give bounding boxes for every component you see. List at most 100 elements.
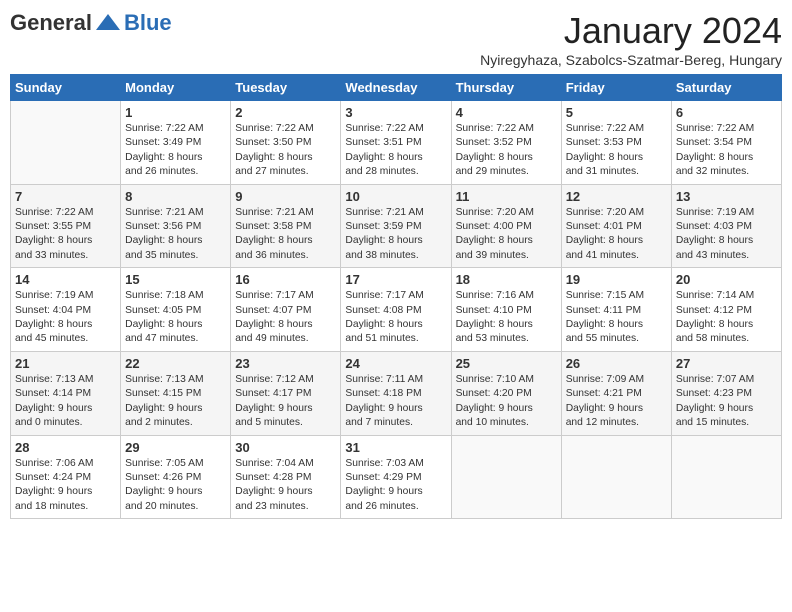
day-number: 12 <box>566 189 667 204</box>
day-number: 11 <box>456 189 557 204</box>
cell-details: Sunrise: 7:13 AMSunset: 4:14 PMDaylight:… <box>15 373 116 431</box>
day-number: 2 <box>235 105 336 120</box>
cell-details: Sunrise: 7:20 AMSunset: 4:00 PMDaylight:… <box>456 206 557 264</box>
cell-details: Sunrise: 7:22 AMSunset: 3:54 PMDaylight:… <box>676 122 777 180</box>
day-number: 26 <box>566 356 667 371</box>
calendar-cell: 29 Sunrise: 7:05 AMSunset: 4:26 PMDayligh… <box>121 435 231 519</box>
day-header-wednesday: Wednesday <box>341 75 451 101</box>
cell-details: Sunrise: 7:06 AMSunset: 4:24 PMDaylight:… <box>15 457 116 515</box>
cell-details: Sunrise: 7:22 AMSunset: 3:53 PMDaylight:… <box>566 122 667 180</box>
day-number: 3 <box>345 105 446 120</box>
cell-details: Sunrise: 7:04 AMSunset: 4:28 PMDaylight:… <box>235 457 336 515</box>
calendar-cell: 10 Sunrise: 7:21 AMSunset: 3:59 PMDayligh… <box>341 184 451 268</box>
cell-details: Sunrise: 7:12 AMSunset: 4:17 PMDaylight:… <box>235 373 336 431</box>
calendar-cell: 28Sunrise: 7:06 AMSunset: 4:24 PMDayligh… <box>11 435 121 519</box>
calendar-cell <box>451 435 561 519</box>
calendar-cell: 18 Sunrise: 7:16 AMSunset: 4:10 PMDayligh… <box>451 268 561 352</box>
page-header: General Blue January 2024 Nyiregyhaza, S… <box>10 10 782 68</box>
day-number: 19 <box>566 272 667 287</box>
cell-details: Sunrise: 7:22 AMSunset: 3:55 PMDaylight:… <box>15 206 116 264</box>
day-number: 17 <box>345 272 446 287</box>
day-number: 6 <box>676 105 777 120</box>
cell-details: Sunrise: 7:21 AMSunset: 3:59 PMDaylight:… <box>345 206 446 264</box>
day-number: 29 <box>125 440 226 455</box>
cell-details: Sunrise: 7:22 AMSunset: 3:51 PMDaylight:… <box>345 122 446 180</box>
day-number: 21 <box>15 356 116 371</box>
location-text: Nyiregyhaza, Szabolcs-Szatmar-Bereg, Hun… <box>480 52 782 68</box>
cell-details: Sunrise: 7:18 AMSunset: 4:05 PMDaylight:… <box>125 289 226 347</box>
calendar-cell: 11 Sunrise: 7:20 AMSunset: 4:00 PMDayligh… <box>451 184 561 268</box>
calendar-cell: 17 Sunrise: 7:17 AMSunset: 4:08 PMDayligh… <box>341 268 451 352</box>
calendar-cell: 2Sunrise: 7:22 AMSunset: 3:50 PMDaylight… <box>231 101 341 185</box>
day-number: 13 <box>676 189 777 204</box>
title-block: January 2024 Nyiregyhaza, Szabolcs-Szatm… <box>480 10 782 68</box>
calendar-cell: 1 Sunrise: 7:22 AMSunset: 3:49 PMDaylight… <box>121 101 231 185</box>
cell-details: Sunrise: 7:22 AMSunset: 3:52 PMDaylight:… <box>456 122 557 180</box>
calendar-cell: 19Sunrise: 7:15 AMSunset: 4:11 PMDayligh… <box>561 268 671 352</box>
week-row-1: 1 Sunrise: 7:22 AMSunset: 3:49 PMDaylight… <box>11 101 782 185</box>
day-number: 9 <box>235 189 336 204</box>
cell-details: Sunrise: 7:03 AMSunset: 4:29 PMDaylight:… <box>345 457 446 515</box>
cell-details: Sunrise: 7:05 AMSunset: 4:26 PMDaylight:… <box>125 457 226 515</box>
cell-details: Sunrise: 7:21 AMSunset: 3:58 PMDaylight:… <box>235 206 336 264</box>
calendar-cell: 8 Sunrise: 7:21 AMSunset: 3:56 PMDaylight… <box>121 184 231 268</box>
cell-details: Sunrise: 7:17 AMSunset: 4:08 PMDaylight:… <box>345 289 446 347</box>
day-number: 5 <box>566 105 667 120</box>
calendar-cell: 4 Sunrise: 7:22 AMSunset: 3:52 PMDaylight… <box>451 101 561 185</box>
calendar-cell: 13 Sunrise: 7:19 AMSunset: 4:03 PMDayligh… <box>671 184 781 268</box>
day-header-saturday: Saturday <box>671 75 781 101</box>
day-header-monday: Monday <box>121 75 231 101</box>
cell-details: Sunrise: 7:22 AMSunset: 3:49 PMDaylight:… <box>125 122 226 180</box>
week-row-4: 21 Sunrise: 7:13 AMSunset: 4:14 PMDayligh… <box>11 351 782 435</box>
calendar-cell <box>671 435 781 519</box>
calendar-header-row: SundayMondayTuesdayWednesdayThursdayFrid… <box>11 75 782 101</box>
day-number: 7 <box>15 189 116 204</box>
calendar-cell: 20 Sunrise: 7:14 AMSunset: 4:12 PMDayligh… <box>671 268 781 352</box>
day-number: 18 <box>456 272 557 287</box>
cell-details: Sunrise: 7:13 AMSunset: 4:15 PMDaylight:… <box>125 373 226 431</box>
day-header-thursday: Thursday <box>451 75 561 101</box>
day-number: 14 <box>15 272 116 287</box>
calendar-cell: 14 Sunrise: 7:19 AMSunset: 4:04 PMDayligh… <box>11 268 121 352</box>
day-number: 23 <box>235 356 336 371</box>
calendar-cell: 31 Sunrise: 7:03 AMSunset: 4:29 PMDayligh… <box>341 435 451 519</box>
calendar-cell: 9 Sunrise: 7:21 AMSunset: 3:58 PMDaylight… <box>231 184 341 268</box>
day-number: 15 <box>125 272 226 287</box>
cell-details: Sunrise: 7:14 AMSunset: 4:12 PMDaylight:… <box>676 289 777 347</box>
cell-details: Sunrise: 7:10 AMSunset: 4:20 PMDaylight:… <box>456 373 557 431</box>
calendar-table: SundayMondayTuesdayWednesdayThursdayFrid… <box>10 74 782 519</box>
day-number: 20 <box>676 272 777 287</box>
cell-details: Sunrise: 7:19 AMSunset: 4:04 PMDaylight:… <box>15 289 116 347</box>
logo-blue-text: Blue <box>124 10 172 36</box>
month-title: January 2024 <box>480 10 782 52</box>
calendar-cell: 5 Sunrise: 7:22 AMSunset: 3:53 PMDaylight… <box>561 101 671 185</box>
calendar-cell: 22Sunrise: 7:13 AMSunset: 4:15 PMDayligh… <box>121 351 231 435</box>
cell-details: Sunrise: 7:07 AMSunset: 4:23 PMDaylight:… <box>676 373 777 431</box>
logo-general-text: General <box>10 10 92 36</box>
logo-icon <box>94 12 122 34</box>
week-row-3: 14 Sunrise: 7:19 AMSunset: 4:04 PMDayligh… <box>11 268 782 352</box>
day-header-sunday: Sunday <box>11 75 121 101</box>
day-header-tuesday: Tuesday <box>231 75 341 101</box>
day-number: 10 <box>345 189 446 204</box>
day-number: 4 <box>456 105 557 120</box>
day-number: 31 <box>345 440 446 455</box>
calendar-cell: 16 Sunrise: 7:17 AMSunset: 4:07 PMDayligh… <box>231 268 341 352</box>
calendar-cell: 27 Sunrise: 7:07 AMSunset: 4:23 PMDayligh… <box>671 351 781 435</box>
calendar-cell: 30Sunrise: 7:04 AMSunset: 4:28 PMDayligh… <box>231 435 341 519</box>
calendar-cell <box>11 101 121 185</box>
day-number: 8 <box>125 189 226 204</box>
calendar-cell <box>561 435 671 519</box>
cell-details: Sunrise: 7:09 AMSunset: 4:21 PMDaylight:… <box>566 373 667 431</box>
cell-details: Sunrise: 7:17 AMSunset: 4:07 PMDaylight:… <box>235 289 336 347</box>
calendar-cell: 24Sunrise: 7:11 AMSunset: 4:18 PMDayligh… <box>341 351 451 435</box>
day-number: 27 <box>676 356 777 371</box>
day-number: 16 <box>235 272 336 287</box>
cell-details: Sunrise: 7:21 AMSunset: 3:56 PMDaylight:… <box>125 206 226 264</box>
cell-details: Sunrise: 7:16 AMSunset: 4:10 PMDaylight:… <box>456 289 557 347</box>
logo: General Blue <box>10 10 172 36</box>
day-number: 25 <box>456 356 557 371</box>
cell-details: Sunrise: 7:19 AMSunset: 4:03 PMDaylight:… <box>676 206 777 264</box>
day-number: 1 <box>125 105 226 120</box>
cell-details: Sunrise: 7:20 AMSunset: 4:01 PMDaylight:… <box>566 206 667 264</box>
